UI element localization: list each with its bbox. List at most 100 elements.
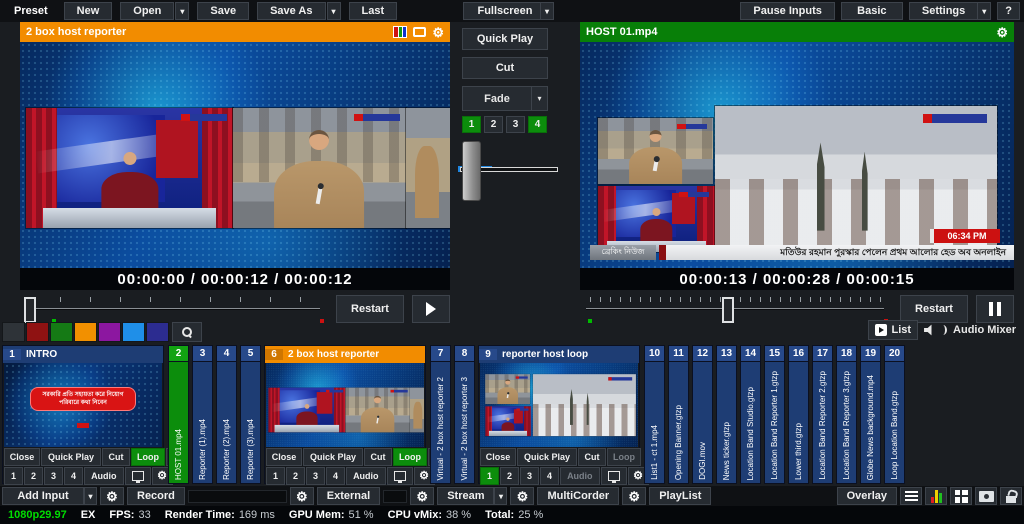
program-video[interactable]: 06:34 PM ব্রেকিং নিউজ মতিউর রহমান পুরস্ক…: [580, 42, 1014, 268]
fullscreen-preview-icon[interactable]: [413, 27, 426, 37]
menu-button[interactable]: [900, 487, 922, 505]
overlay-1-button[interactable]: 1: [266, 467, 285, 485]
input-2[interactable]: 2 HOST 01.mp4: [168, 345, 189, 484]
input-14[interactable]: 14 Location Band Studio.gtzp: [740, 345, 761, 484]
input-12[interactable]: 12 DOGI.mov: [692, 345, 713, 484]
input-9-thumbnail[interactable]: [480, 363, 638, 447]
playlist-settings-button[interactable]: ⚙: [622, 487, 646, 505]
snapshot-button[interactable]: [975, 487, 997, 505]
close-button[interactable]: Close: [266, 448, 302, 466]
overlay-1-button[interactable]: 1: [480, 467, 499, 485]
lock-button[interactable]: [1000, 487, 1022, 505]
input-6-thumbnail[interactable]: [266, 363, 424, 447]
overlay-2-button[interactable]: 2: [24, 467, 43, 485]
stream-dropdown-arrow[interactable]: ▾: [494, 487, 507, 505]
fullscreen-button[interactable]: Fullscreen: [463, 2, 547, 20]
input-3[interactable]: 3 Reporter (1).mp4: [192, 345, 213, 484]
overlay-2-button[interactable]: 2: [286, 467, 305, 485]
color-filter-none[interactable]: [2, 322, 25, 342]
preview-video[interactable]: [20, 42, 450, 268]
basic-button[interactable]: Basic: [841, 2, 903, 20]
add-input-button[interactable]: Add Input: [2, 487, 84, 505]
overlay-1-button[interactable]: 1: [4, 467, 23, 485]
search-button[interactable]: [172, 322, 202, 342]
close-button[interactable]: Close: [480, 448, 516, 466]
input-15[interactable]: 15 Location Band Reporter 1.gtzp: [764, 345, 785, 484]
audio-button[interactable]: Audio: [346, 467, 386, 485]
t-bar-handle[interactable]: [462, 141, 481, 201]
save-as-button[interactable]: Save As: [257, 2, 325, 20]
new-button[interactable]: New: [64, 2, 113, 20]
input-1-thumbnail[interactable]: সরকারি প্রতি সহায়তা করে নিয়োগ পরিবারে …: [4, 363, 162, 447]
add-input-dropdown-arrow[interactable]: ▾: [84, 487, 97, 505]
t-bar-fader[interactable]: [458, 139, 558, 203]
audio-button[interactable]: Audio: [84, 467, 124, 485]
last-button[interactable]: Last: [349, 2, 398, 20]
fade-button[interactable]: Fade ▾: [462, 86, 548, 111]
fade-dropdown-arrow[interactable]: ▾: [531, 87, 547, 110]
overlay-button[interactable]: Overlay: [837, 487, 897, 505]
preview-play-button[interactable]: [412, 295, 450, 323]
list-button[interactable]: List: [868, 320, 918, 340]
preview-seek-handle[interactable]: [24, 297, 36, 323]
program-settings-gear-icon[interactable]: ⚙: [996, 26, 1008, 39]
record-button[interactable]: Record: [127, 487, 185, 505]
external-button[interactable]: External: [317, 487, 380, 505]
program-seek-bar[interactable]: [582, 293, 892, 324]
program-seek-handle[interactable]: [722, 297, 734, 323]
input-1-header[interactable]: 1 INTRO: [3, 346, 163, 363]
color-filter-orange[interactable]: [74, 322, 97, 342]
save-button[interactable]: Save: [197, 2, 249, 20]
pause-inputs-button[interactable]: Pause Inputs: [740, 2, 834, 20]
transition-2-button[interactable]: 2: [484, 116, 503, 133]
audio-button[interactable]: Audio: [560, 467, 600, 485]
external-settings-button[interactable]: ⚙: [290, 487, 314, 505]
audio-mixer-label[interactable]: Audio Mixer: [953, 324, 1016, 336]
record-settings-button[interactable]: ⚙: [100, 487, 124, 505]
stream-button[interactable]: Stream: [437, 487, 494, 505]
input-11[interactable]: 11 Opening Banner.gtzp: [668, 345, 689, 484]
quick-play-button[interactable]: Quick Play: [41, 448, 101, 466]
input-9-header[interactable]: 9 reporter host loop: [479, 346, 639, 363]
open-button[interactable]: Open: [120, 2, 174, 20]
program-restart-button[interactable]: Restart: [900, 295, 968, 323]
multicorder-button[interactable]: MultiCorder: [537, 487, 619, 505]
overlay-4-button[interactable]: 4: [64, 467, 83, 485]
color-filter-purple[interactable]: [98, 322, 121, 342]
loop-button[interactable]: Loop: [607, 448, 641, 466]
settings-dropdown-arrow[interactable]: ▾: [977, 2, 991, 20]
color-filter-blue[interactable]: [122, 322, 145, 342]
monitor-button[interactable]: [125, 467, 151, 485]
settings-button[interactable]: Settings: [909, 2, 978, 20]
program-pause-button[interactable]: [976, 295, 1014, 323]
input-19[interactable]: 19 Globe News background.mp4: [860, 345, 881, 484]
input-1[interactable]: 1 INTRO সরকারি প্রতি সহায়তা করে নিয়োগ …: [2, 345, 164, 484]
stream-settings-button[interactable]: ⚙: [410, 487, 434, 505]
transition-3-button[interactable]: 3: [506, 116, 525, 133]
input-8[interactable]: 8 Virtual - 2 box host reporter 3: [454, 345, 475, 484]
audio-meter-button[interactable]: [925, 487, 947, 505]
input-6[interactable]: 6 2 box host reporter: [264, 345, 426, 484]
transition-1-button[interactable]: 1: [462, 116, 481, 133]
preview-seek-bar[interactable]: [22, 293, 328, 324]
input-4[interactable]: 4 Reporter (2).mp4: [216, 345, 237, 484]
preview-restart-button[interactable]: Restart: [336, 295, 404, 323]
input-9[interactable]: 9 reporter host loop: [478, 345, 640, 484]
input-20[interactable]: 20 Loop Location Band.gtzp: [884, 345, 905, 484]
playlist-button[interactable]: PlayList: [649, 487, 711, 505]
speaker-icon[interactable]: [924, 324, 936, 336]
cut-button[interactable]: Cut: [102, 448, 130, 466]
overlay-4-button[interactable]: 4: [326, 467, 345, 485]
color-filter-navy[interactable]: [146, 322, 169, 342]
overlay-4-button[interactable]: 4: [540, 467, 559, 485]
fullscreen-dropdown-arrow[interactable]: ▾: [540, 2, 554, 20]
multicorder-settings-button[interactable]: ⚙: [510, 487, 534, 505]
layout-grid-button[interactable]: [950, 487, 972, 505]
cut-button[interactable]: Cut: [462, 57, 548, 79]
close-button[interactable]: Close: [4, 448, 40, 466]
overlay-2-button[interactable]: 2: [500, 467, 519, 485]
preview-settings-gear-icon[interactable]: ⚙: [432, 26, 444, 39]
cut-button[interactable]: Cut: [578, 448, 606, 466]
quick-play-button[interactable]: Quick Play: [303, 448, 363, 466]
input-18[interactable]: 18 Location Band Reporter 3.gtzp: [836, 345, 857, 484]
